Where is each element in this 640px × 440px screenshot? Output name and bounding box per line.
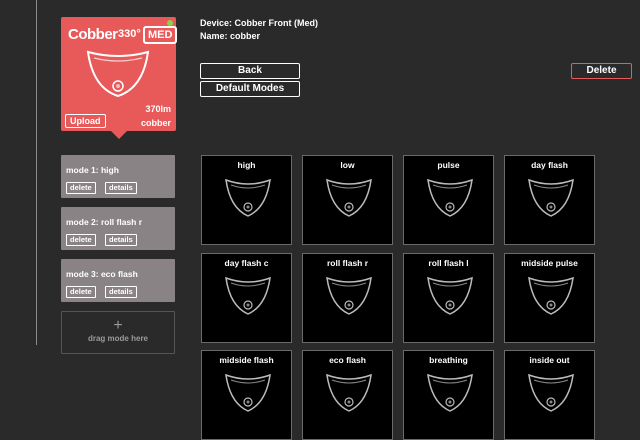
light-icon	[527, 274, 575, 323]
slot-details-button[interactable]: details	[105, 182, 137, 194]
mode-slot[interactable]: mode 3: eco flash delete details	[61, 259, 175, 302]
slot-delete-button[interactable]: delete	[66, 286, 96, 298]
output-lumens: 370lm	[145, 104, 171, 114]
mode-tile[interactable]: pulse	[403, 155, 494, 245]
mode-label: midside flash	[219, 355, 274, 365]
mode-label: low	[340, 160, 355, 170]
light-icon	[527, 371, 575, 420]
drop-zone[interactable]: + drag mode here	[61, 311, 175, 354]
mode-tile[interactable]: day flash c	[201, 253, 292, 343]
upload-button[interactable]: Upload	[65, 114, 106, 128]
slot-delete-button[interactable]: delete	[66, 234, 96, 246]
mode-label: roll flash l	[428, 258, 469, 268]
default-modes-button[interactable]: Default Modes	[200, 81, 300, 97]
mode-slot[interactable]: mode 2: roll flash r delete details	[61, 207, 175, 250]
device-info: Device: Cobber Front (Med) Name: cobber	[200, 17, 318, 43]
mode-tile[interactable]: high	[201, 155, 292, 245]
slot-details-button[interactable]: details	[105, 234, 137, 246]
light-icon	[426, 371, 474, 420]
mode-label: high	[237, 160, 256, 170]
light-icon	[426, 274, 474, 323]
mode-label: eco flash	[329, 355, 366, 365]
mode-tile[interactable]: roll flash l	[403, 253, 494, 343]
slot-title: mode 3: eco flash	[66, 269, 138, 279]
light-icon	[86, 50, 150, 98]
status-indicator	[167, 20, 173, 26]
mode-tile[interactable]: roll flash r	[302, 253, 393, 343]
device-model-text: Device: Cobber Front (Med)	[200, 18, 319, 28]
mode-tile[interactable]: low	[302, 155, 393, 245]
device-name: cobber	[140, 118, 171, 128]
device-card[interactable]: Cobber 330° MED Upload 370lm cobber	[61, 17, 178, 139]
mode-tile[interactable]: midside pulse	[504, 253, 595, 343]
left-divider	[36, 0, 37, 345]
mode-tile[interactable]: day flash	[504, 155, 595, 245]
light-icon	[426, 176, 474, 225]
back-button[interactable]: Back	[200, 63, 300, 79]
device-name-text: Name: cobber	[200, 31, 261, 41]
mode-tile[interactable]: breathing	[403, 350, 494, 440]
light-icon	[325, 371, 373, 420]
slot-title: mode 2: roll flash r	[66, 217, 143, 227]
mode-tile[interactable]: inside out	[504, 350, 595, 440]
mode-label: pulse	[437, 160, 460, 170]
mode-label: breathing	[429, 355, 468, 365]
variant-badge: MED	[143, 26, 178, 44]
slot-delete-button[interactable]: delete	[66, 182, 96, 194]
mode-label: midside pulse	[521, 258, 578, 268]
mode-label: day flash c	[224, 258, 269, 268]
mode-label: roll flash r	[326, 258, 369, 268]
mode-label: day flash	[531, 160, 568, 170]
beam-angle-tag: 330°	[118, 28, 141, 40]
card-pointer	[111, 131, 127, 139]
light-icon	[325, 176, 373, 225]
delete-device-button[interactable]: Delete	[571, 63, 632, 79]
light-icon	[224, 371, 272, 420]
brand-logo: Cobber	[68, 26, 118, 43]
plus-icon: +	[113, 317, 123, 334]
light-icon	[224, 274, 272, 323]
light-icon	[224, 176, 272, 225]
mode-slot[interactable]: mode 1: high delete details	[61, 155, 175, 198]
slot-details-button[interactable]: details	[105, 286, 137, 298]
mode-tile[interactable]: midside flash	[201, 350, 292, 440]
light-icon	[325, 274, 373, 323]
drop-zone-label: drag mode here	[87, 334, 148, 343]
mode-tile[interactable]: eco flash	[302, 350, 393, 440]
mode-label: inside out	[529, 355, 570, 365]
slot-title: mode 1: high	[66, 165, 119, 175]
light-icon	[527, 176, 575, 225]
